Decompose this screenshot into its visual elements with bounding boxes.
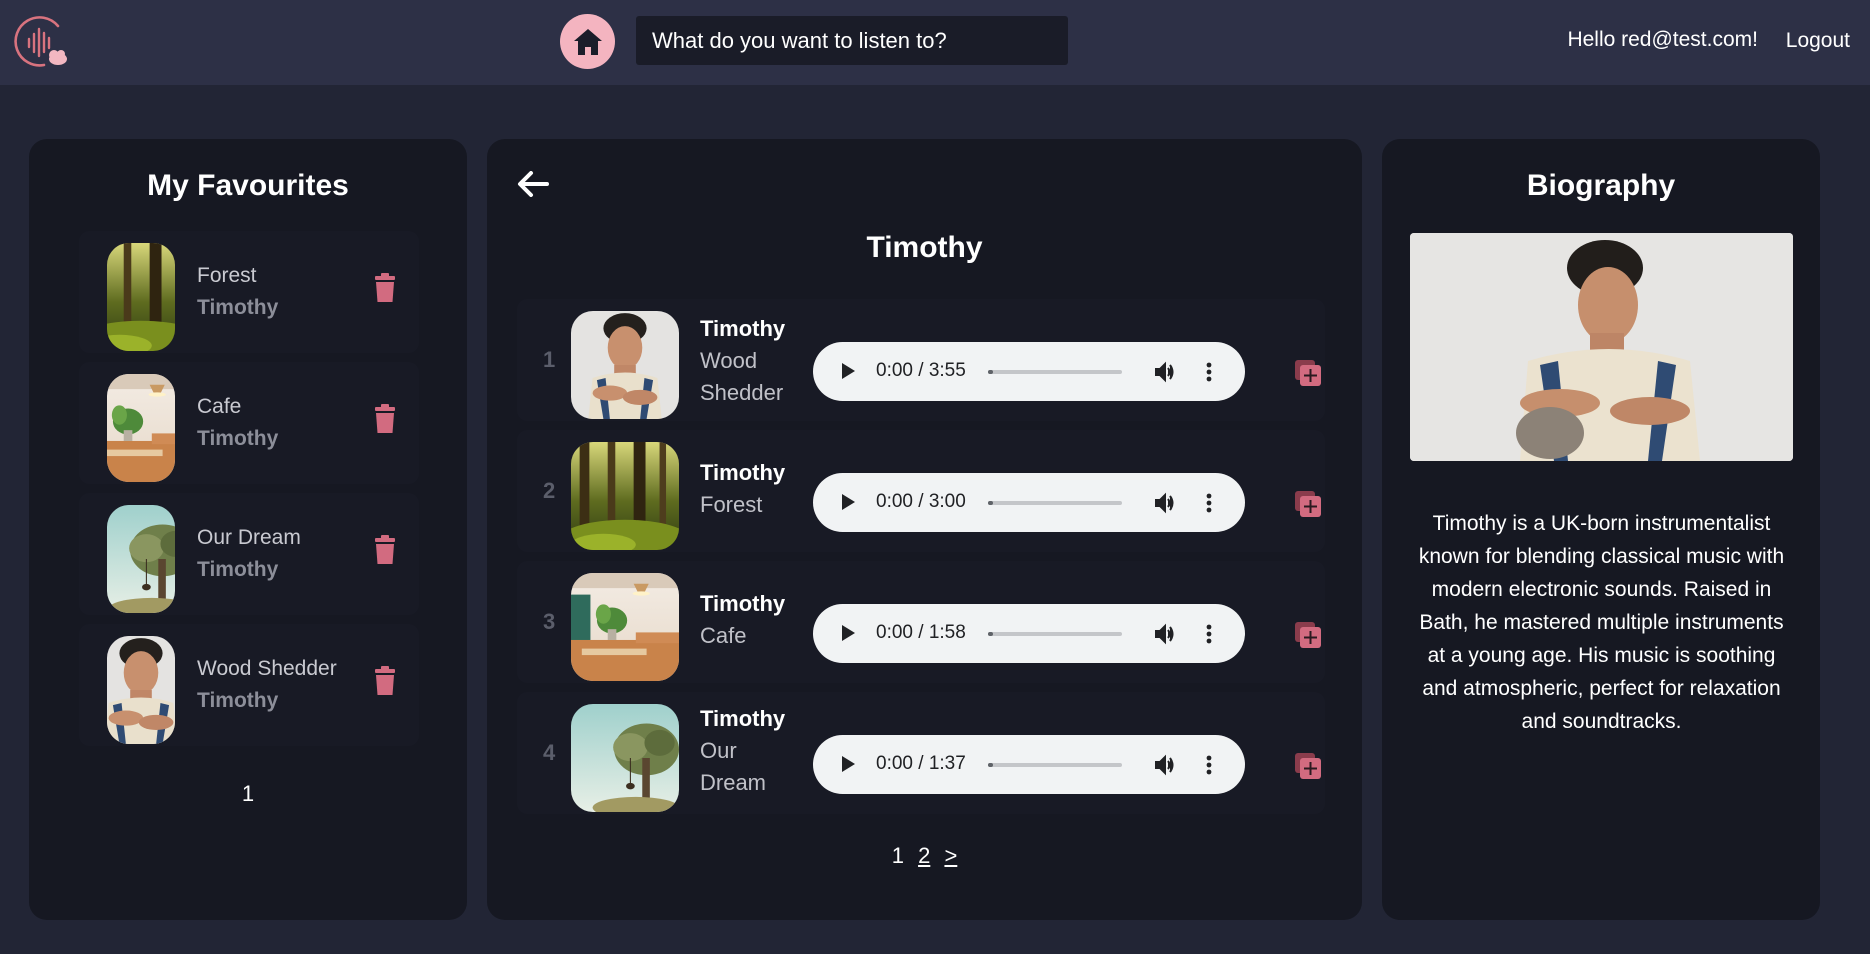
favourite-item[interactable]: Wood Shedder Timothy	[79, 624, 419, 746]
audio-time: 0:00 / 1:58	[876, 622, 966, 643]
favourite-thumbnail	[107, 505, 175, 613]
artist-tracks-panel: Timothy 1 Timothy Wood Shedder 0:00 / 3:…	[487, 139, 1362, 920]
track-title: Wood Shedder	[700, 348, 784, 405]
track-artist: Timothy	[700, 316, 786, 341]
volume-icon[interactable]	[1153, 622, 1177, 646]
delete-favourite-icon[interactable]	[373, 404, 397, 434]
more-options-icon[interactable]	[1205, 491, 1213, 515]
more-options-icon[interactable]	[1205, 622, 1213, 646]
app-logo[interactable]	[14, 14, 70, 70]
track-thumbnail	[571, 311, 679, 419]
audio-player: 0:00 / 3:55	[813, 342, 1245, 401]
track-title: Forest	[700, 492, 763, 517]
favourite-thumbnail	[107, 243, 175, 351]
logo-icon	[14, 16, 67, 67]
favourite-artist: Timothy	[197, 296, 279, 319]
more-options-icon[interactable]	[1205, 360, 1213, 384]
user-greeting: Hello red@test.com!	[1567, 28, 1758, 51]
track-title: Cafe	[700, 623, 747, 648]
volume-icon[interactable]	[1153, 491, 1177, 515]
track-artist: Timothy	[700, 460, 786, 485]
delete-favourite-icon[interactable]	[373, 273, 397, 303]
play-icon[interactable]	[840, 755, 856, 773]
audio-progress-bar[interactable]	[988, 370, 1122, 374]
track-thumbnail	[571, 573, 679, 681]
delete-favourite-icon[interactable]	[373, 535, 397, 565]
favourites-panel: My Favourites Forest Timothy Cafe Timoth…	[29, 139, 467, 920]
track-title: Our Dream	[700, 738, 767, 795]
play-icon[interactable]	[840, 493, 856, 511]
favourite-artist: Timothy	[197, 558, 279, 581]
page-link-2[interactable]: 2	[918, 843, 930, 868]
delete-favourite-icon[interactable]	[373, 666, 397, 696]
volume-icon[interactable]	[1153, 753, 1177, 777]
audio-time: 0:00 / 3:00	[876, 491, 966, 512]
home-icon	[573, 28, 602, 55]
top-navbar: Hello red@test.com! Logout	[0, 0, 1870, 85]
logout-link[interactable]: Logout	[1786, 29, 1850, 53]
audio-progress-fill	[988, 370, 994, 374]
audio-progress-bar[interactable]	[988, 632, 1122, 636]
track-thumbnail	[571, 704, 679, 812]
audio-progress-fill	[988, 501, 994, 505]
track-artist: Timothy	[700, 706, 786, 731]
track-number: 2	[543, 478, 556, 503]
track-row: 2 Timothy Forest 0:00 / 3:00	[517, 430, 1325, 552]
audio-player: 0:00 / 1:58	[813, 604, 1245, 663]
more-options-icon[interactable]	[1205, 753, 1213, 777]
current-page: 1	[891, 843, 904, 868]
favourite-title: Our Dream	[197, 526, 301, 549]
favourite-thumbnail	[107, 636, 175, 744]
audio-progress-bar[interactable]	[988, 501, 1122, 505]
add-to-favourites-icon[interactable]	[1294, 490, 1322, 518]
favourite-thumbnail	[107, 374, 175, 482]
artist-title: Timothy	[866, 231, 983, 264]
next-page-link[interactable]: >	[944, 843, 957, 868]
track-thumbnail	[571, 442, 679, 550]
favourites-title: My Favourites	[147, 169, 349, 202]
track-row: 4 Timothy Our Dream 0:00 / 1:37	[517, 692, 1325, 814]
audio-progress-bar[interactable]	[988, 763, 1122, 767]
audio-time: 0:00 / 1:37	[876, 753, 966, 774]
favourite-title: Cafe	[197, 395, 242, 418]
volume-icon[interactable]	[1153, 360, 1177, 384]
track-number: 4	[543, 740, 556, 765]
tracks-pagination: 1 2 >	[487, 843, 1362, 869]
track-artist: Timothy	[700, 591, 786, 616]
home-button[interactable]	[560, 14, 615, 69]
add-to-favourites-icon[interactable]	[1294, 359, 1322, 387]
favourite-item[interactable]: Forest Timothy	[79, 231, 419, 353]
play-icon[interactable]	[840, 362, 856, 380]
favourite-artist: Timothy	[197, 689, 279, 712]
biography-text: Timothy is a UK-born instrumentalist kno…	[1418, 512, 1785, 733]
artist-portrait-image	[1410, 233, 1793, 461]
audio-time: 0:00 / 3:55	[876, 360, 966, 381]
add-to-favourites-icon[interactable]	[1294, 621, 1322, 649]
biography-panel: Biography Timothy is a UK-born instrumen…	[1382, 139, 1820, 920]
search-input[interactable]	[636, 16, 1068, 65]
artist-photo	[1410, 233, 1793, 461]
favourites-page-number[interactable]: 1	[29, 781, 467, 807]
add-to-favourites-icon[interactable]	[1294, 752, 1322, 780]
favourite-artist: Timothy	[197, 427, 279, 450]
track-row: 1 Timothy Wood Shedder 0:00 / 3:55	[517, 299, 1325, 421]
track-number: 1	[543, 347, 556, 372]
audio-player: 0:00 / 1:37	[813, 735, 1245, 794]
favourite-title: Wood Shedder	[197, 657, 337, 680]
track-row: 3 Timothy Cafe 0:00 / 1:58	[517, 561, 1325, 683]
back-arrow-icon[interactable]	[517, 171, 549, 197]
track-number: 3	[543, 609, 556, 634]
biography-title: Biography	[1526, 169, 1676, 202]
favourite-title: Forest	[197, 264, 257, 287]
audio-progress-fill	[988, 632, 994, 636]
favourite-item[interactable]: Our Dream Timothy	[79, 493, 419, 615]
play-icon[interactable]	[840, 624, 856, 642]
audio-player: 0:00 / 3:00	[813, 473, 1245, 532]
audio-progress-fill	[988, 763, 994, 767]
favourite-item[interactable]: Cafe Timothy	[79, 362, 419, 484]
